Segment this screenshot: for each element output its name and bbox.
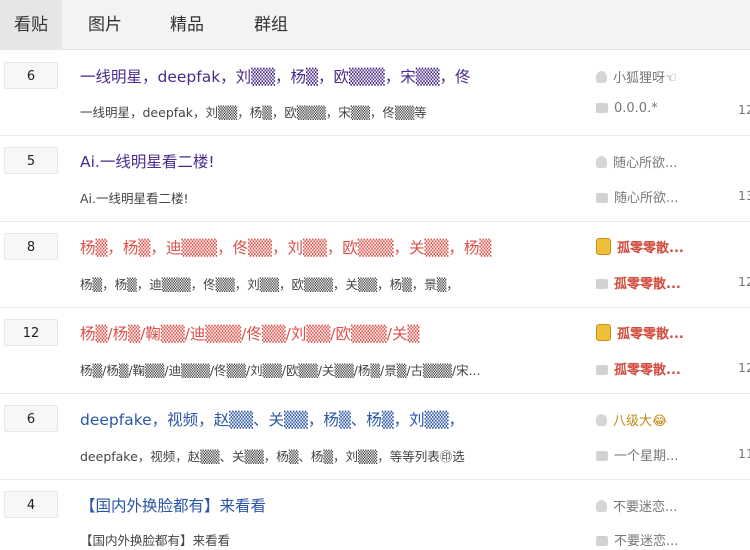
reply-time: 12	[738, 102, 750, 117]
reply-icon	[596, 365, 608, 375]
reply-icon	[596, 103, 608, 113]
last-reply-user[interactable]: 一个星期...	[596, 445, 678, 464]
tab-featured[interactable]: 精品	[170, 0, 204, 50]
tab-groups[interactable]: 群组	[254, 0, 288, 50]
reply-icon	[596, 193, 608, 203]
thread-author[interactable]: 随心所欲...	[596, 152, 677, 171]
reply-time: 12	[738, 274, 750, 289]
reply-time: 13	[738, 188, 750, 203]
last-reply-user[interactable]: 不要迷恋...	[596, 530, 678, 549]
thread-excerpt: Ai.一线明星看二楼!	[80, 191, 189, 206]
user-icon	[596, 71, 607, 83]
last-reply-user[interactable]: 随心所欲...	[596, 187, 678, 206]
last-reply-user[interactable]: 孤零零散...	[596, 359, 681, 378]
thread-row: 6 一线明星，deepfak，刘▒▒，杨▒，欧▒▒▒，宋▒▒，佟 一线明星，de…	[0, 50, 750, 136]
reply-icon	[596, 536, 608, 546]
reply-icon	[596, 279, 608, 289]
thread-title-link[interactable]: Ai.一线明星看二楼!	[80, 150, 215, 172]
thread-row: 5 Ai.一线明星看二楼! Ai.一线明星看二楼! 随心所欲... 随心所欲..…	[0, 136, 750, 222]
thread-author[interactable]: 孤零零散...	[596, 323, 684, 342]
thread-title-link[interactable]: 【国内外换脸都有】来看看	[80, 494, 266, 516]
reply-count: 5	[4, 147, 58, 174]
user-icon	[596, 414, 607, 426]
tab-bar: 看贴 图片 精品 群组	[0, 0, 750, 50]
thread-excerpt: 杨▒，杨▒，迪▒▒▒，佟▒▒，刘▒▒，欧▒▒▒，关▒▒，杨▒，景▒，	[80, 277, 459, 292]
reply-icon	[596, 451, 608, 461]
last-reply-user[interactable]: 孤零零散...	[596, 273, 681, 292]
thread-title-link[interactable]: deepfake，视频，赵▒▒、关▒▒，杨▒、杨▒，刘▒▒，	[80, 408, 464, 430]
reply-count: 12	[4, 319, 58, 346]
thread-row: 12 杨▒/杨▒/鞠▒▒/迪▒▒▒/佟▒▒/刘▒▒/欧▒▒▒/关▒ 杨▒/杨▒/…	[0, 308, 750, 394]
reply-count: 6	[4, 62, 58, 89]
medal-icon	[596, 324, 611, 341]
reply-count: 8	[4, 233, 58, 260]
thread-row: 6 deepfake，视频，赵▒▒、关▒▒，杨▒、杨▒，刘▒▒， deepfak…	[0, 394, 750, 480]
reply-count: 6	[4, 405, 58, 432]
thread-title-link[interactable]: 杨▒/杨▒/鞠▒▒/迪▒▒▒/佟▒▒/刘▒▒/欧▒▒▒/关▒	[80, 322, 419, 344]
thread-author[interactable]: 孤零零散...	[596, 237, 684, 256]
tab-threads[interactable]: 看贴	[0, 0, 62, 50]
thread-title-link[interactable]: 一线明星，deepfak，刘▒▒，杨▒，欧▒▒▒，宋▒▒，佟	[80, 65, 471, 87]
thread-author[interactable]: 小狐狸呀☜	[596, 67, 677, 86]
thread-row: 8 杨▒，杨▒，迪▒▒▒，佟▒▒，刘▒▒，欧▒▒▒，关▒▒，杨▒ 杨▒，杨▒，迪…	[0, 222, 750, 308]
user-icon	[596, 500, 607, 512]
thread-excerpt: 【国内外换脸都有】来看看	[80, 533, 231, 548]
reply-count: 4	[4, 491, 58, 518]
user-icon	[596, 156, 607, 168]
thread-author[interactable]: 不要迷恋...	[596, 496, 677, 515]
thread-row: 4 【国内外换脸都有】来看看 【国内外换脸都有】来看看 不要迷恋... 不要迷恋…	[0, 480, 750, 550]
last-reply-user[interactable]: 0.0.0.*	[596, 101, 658, 116]
thread-excerpt: deepfake，视频，赵▒▒、关▒▒，杨▒、杨▒，刘▒▒，等等列表㊞选	[80, 449, 465, 464]
reply-time: 12	[738, 360, 750, 375]
reply-time: 11	[738, 446, 750, 461]
medal-icon	[596, 238, 611, 255]
thread-author[interactable]: 八级大😂	[596, 410, 667, 429]
thread-excerpt: 一线明星，deepfak，刘▒▒，杨▒，欧▒▒▒，宋▒▒，佟▒▒等	[80, 105, 427, 120]
thread-excerpt: 杨▒/杨▒/鞠▒▒/迪▒▒▒/佟▒▒/刘▒▒/欧▒▒/关▒▒/杨▒/景▒/古▒▒…	[80, 363, 481, 378]
thread-title-link[interactable]: 杨▒，杨▒，迪▒▒▒，佟▒▒，刘▒▒，欧▒▒▒，关▒▒，杨▒	[80, 236, 491, 258]
tab-images[interactable]: 图片	[88, 0, 122, 50]
